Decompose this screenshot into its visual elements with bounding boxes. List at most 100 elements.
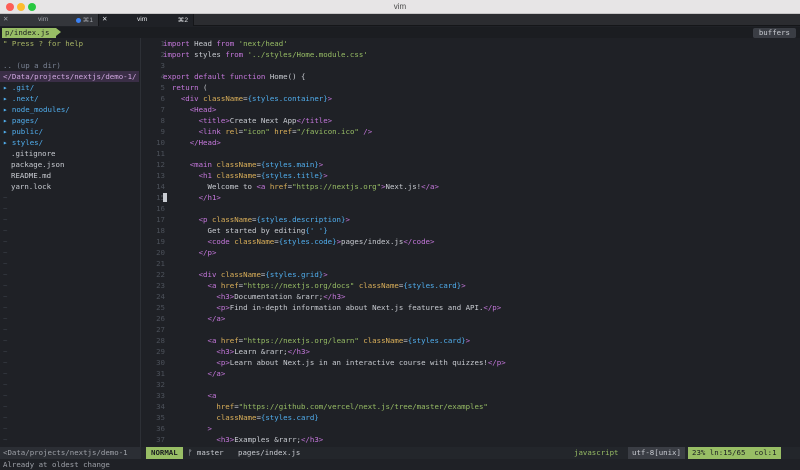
code-line[interactable]: 30 <p>Learn about Next.js in an interact… <box>141 357 800 368</box>
empty-line-tilde: ~ <box>3 325 8 334</box>
filetype: javascript <box>574 448 619 457</box>
tree-file-readme[interactable]: README.md <box>11 170 147 181</box>
empty-line-tilde: ~ <box>3 270 8 279</box>
code-line[interactable]: 11 <box>141 148 800 159</box>
code-line[interactable]: 21 <box>141 258 800 269</box>
code-line[interactable]: 4 export default function Home() { <box>141 71 800 82</box>
file-encoding: utf-8[unix] <box>628 447 685 459</box>
text-cursor <box>163 193 167 202</box>
code-line[interactable]: 27 <box>141 324 800 335</box>
code-line[interactable]: 3 <box>141 60 800 71</box>
code-line[interactable]: 32 <box>141 379 800 390</box>
activity-dot-icon <box>76 17 81 23</box>
line-text: </Head> <box>189 138 221 147</box>
code-line[interactable]: 2 import styles from '../styles/Home.modu… <box>141 49 800 60</box>
line-number: 21 <box>156 259 165 268</box>
buffers-label[interactable]: buffers <box>752 28 796 38</box>
code-line[interactable]: 31 </a> <box>141 368 800 379</box>
line-text: <h3>Documentation &rarr;</h3> <box>216 292 346 301</box>
tree-dir-node-modules[interactable]: ▸ node_modules/ <box>3 104 139 115</box>
code-line[interactable]: 1 import Head from 'next/head' <box>141 38 800 49</box>
code-line[interactable]: 7 <Head> <box>141 104 800 115</box>
line-text: <title>Create Next App</title> <box>198 116 333 125</box>
line-text: </p> <box>198 248 217 257</box>
empty-line-tilde: ~ <box>3 358 8 367</box>
line-text: <a href="https://nextjs.org/learn" class… <box>207 336 471 345</box>
code-line[interactable]: 29 <h3>Learn &rarr;</h3> <box>141 346 800 357</box>
empty-line-tilde: ~ <box>3 435 8 444</box>
empty-line-tilde: ~ <box>3 369 8 378</box>
tab-vim-2[interactable]: ✕ vim ⌘2 <box>98 14 194 26</box>
code-editor[interactable]: 1 import Head from 'next/head' 2 import sty… <box>141 38 800 447</box>
empty-line-tilde: ~ <box>3 237 8 246</box>
tree-dir-pages[interactable]: ▸ pages/ <box>3 115 139 126</box>
code-line[interactable]: 33 <a <box>141 390 800 401</box>
code-line[interactable]: 18 Get started by editing{' '} <box>141 225 800 236</box>
code-line[interactable]: 13 <h1 className={styles.title}> <box>141 170 800 181</box>
code-line[interactable]: 9 <link rel="icon" href="/favicon.ico" /… <box>141 126 800 137</box>
line-text: import Head from 'next/head' <box>163 39 288 48</box>
code-line[interactable]: 24 <h3>Documentation &rarr;</h3> <box>141 291 800 302</box>
code-line[interactable]: 12 <main className={styles.main}> <box>141 159 800 170</box>
tree-file-gitignore[interactable]: .gitignore <box>11 148 147 159</box>
tree-dir-git[interactable]: ▸ .git/ <box>3 82 139 93</box>
current-directory[interactable]: </Data/projects/nextjs/demo-1/ <box>0 71 139 82</box>
line-text: <a href="https://nextjs.org/docs" classN… <box>207 281 466 290</box>
empty-line-tilde: ~ <box>3 347 8 356</box>
code-line[interactable]: 14 Welcome to <a href="https://nextjs.or… <box>141 181 800 192</box>
line-text: > <box>207 424 212 433</box>
empty-line-tilde: ~ <box>3 336 8 345</box>
line-text: <h3>Examples &rarr;</h3> <box>216 435 324 444</box>
code-line[interactable]: 35 className={styles.card} <box>141 412 800 423</box>
close-icon[interactable]: ✕ <box>102 15 108 23</box>
code-line[interactable]: 6 <div className={styles.container}> <box>141 93 800 104</box>
empty-line-tilde: ~ <box>3 380 8 389</box>
line-text: Welcome to <a href="https://nextjs.org">… <box>163 182 439 191</box>
line-text: </a> <box>207 369 226 378</box>
code-line[interactable]: 8 <title>Create Next App</title> <box>141 115 800 126</box>
window-titlebar: vim <box>0 0 800 14</box>
code-line[interactable]: 16 <box>141 203 800 214</box>
code-line[interactable]: 37 <h3>Examples &rarr;</h3> <box>141 434 800 445</box>
code-line[interactable]: 15 </h1> <box>141 192 800 203</box>
code-line[interactable]: 28 <a href="https://nextjs.org/learn" cl… <box>141 335 800 346</box>
line-text: <p className={styles.description}> <box>198 215 350 224</box>
code-line[interactable]: 26 </a> <box>141 313 800 324</box>
code-line[interactable]: 17 <p className={styles.description}> <box>141 214 800 225</box>
code-line[interactable]: 25 <p>Find in-depth information about Ne… <box>141 302 800 313</box>
tree-dir-public[interactable]: ▸ public/ <box>3 126 139 137</box>
current-buffer-tab[interactable]: p/index.js <box>2 28 60 38</box>
tree-dir-next[interactable]: ▸ .next/ <box>3 93 139 104</box>
code-line[interactable]: 19 <code className={styles.code}>pages/i… <box>141 236 800 247</box>
line-text: <h1 className={styles.title}> <box>198 171 328 180</box>
tree-file-package-json[interactable]: package.json <box>11 159 147 170</box>
code-line[interactable]: 20 </p> <box>141 247 800 258</box>
empty-line-tilde: ~ <box>3 303 8 312</box>
file-tree-sidebar: " Press ? for help .. (up a dir) </Data/… <box>0 38 139 466</box>
line-text: return ( <box>171 83 208 92</box>
code-line[interactable]: 23 <a href="https://nextjs.org/docs" cla… <box>141 280 800 291</box>
tree-dir-styles[interactable]: ▸ styles/ <box>3 137 139 148</box>
terminal-tab-bar: ✕ vim ⌘1 ✕ vim ⌘2 <box>0 14 800 26</box>
code-line[interactable]: 36 > <box>141 423 800 434</box>
line-text: <div className={styles.grid}> <box>198 270 328 279</box>
empty-line-tilde: ~ <box>3 402 8 411</box>
line-text: <link rel="icon" href="/favicon.ico" /> <box>198 127 373 136</box>
line-text: <p>Learn about Next.js in an interactive… <box>216 358 506 367</box>
command-line-message[interactable]: Already at oldest change <box>0 459 800 470</box>
close-icon[interactable]: ✕ <box>3 15 9 23</box>
line-text: import styles from '../styles/Home.modul… <box>163 50 368 59</box>
code-line[interactable]: 34 href="https://github.com/vercel/next.… <box>141 401 800 412</box>
empty-line-tilde: ~ <box>3 226 8 235</box>
line-text: </h1> <box>198 193 221 202</box>
line-number: 3 <box>160 61 165 70</box>
code-line[interactable]: 10 </Head> <box>141 137 800 148</box>
tab-vim-1[interactable]: ✕ vim ⌘1 <box>0 14 98 26</box>
tree-file-yarn-lock[interactable]: yarn.lock <box>11 181 147 192</box>
up-dir-item[interactable]: .. (up a dir) <box>3 60 139 71</box>
line-text: <h3>Learn &rarr;</h3> <box>216 347 310 356</box>
code-line[interactable]: 5 return ( <box>141 82 800 93</box>
line-text: <a <box>207 391 217 400</box>
line-number: 27 <box>156 325 165 334</box>
code-line[interactable]: 22 <div className={styles.grid}> <box>141 269 800 280</box>
